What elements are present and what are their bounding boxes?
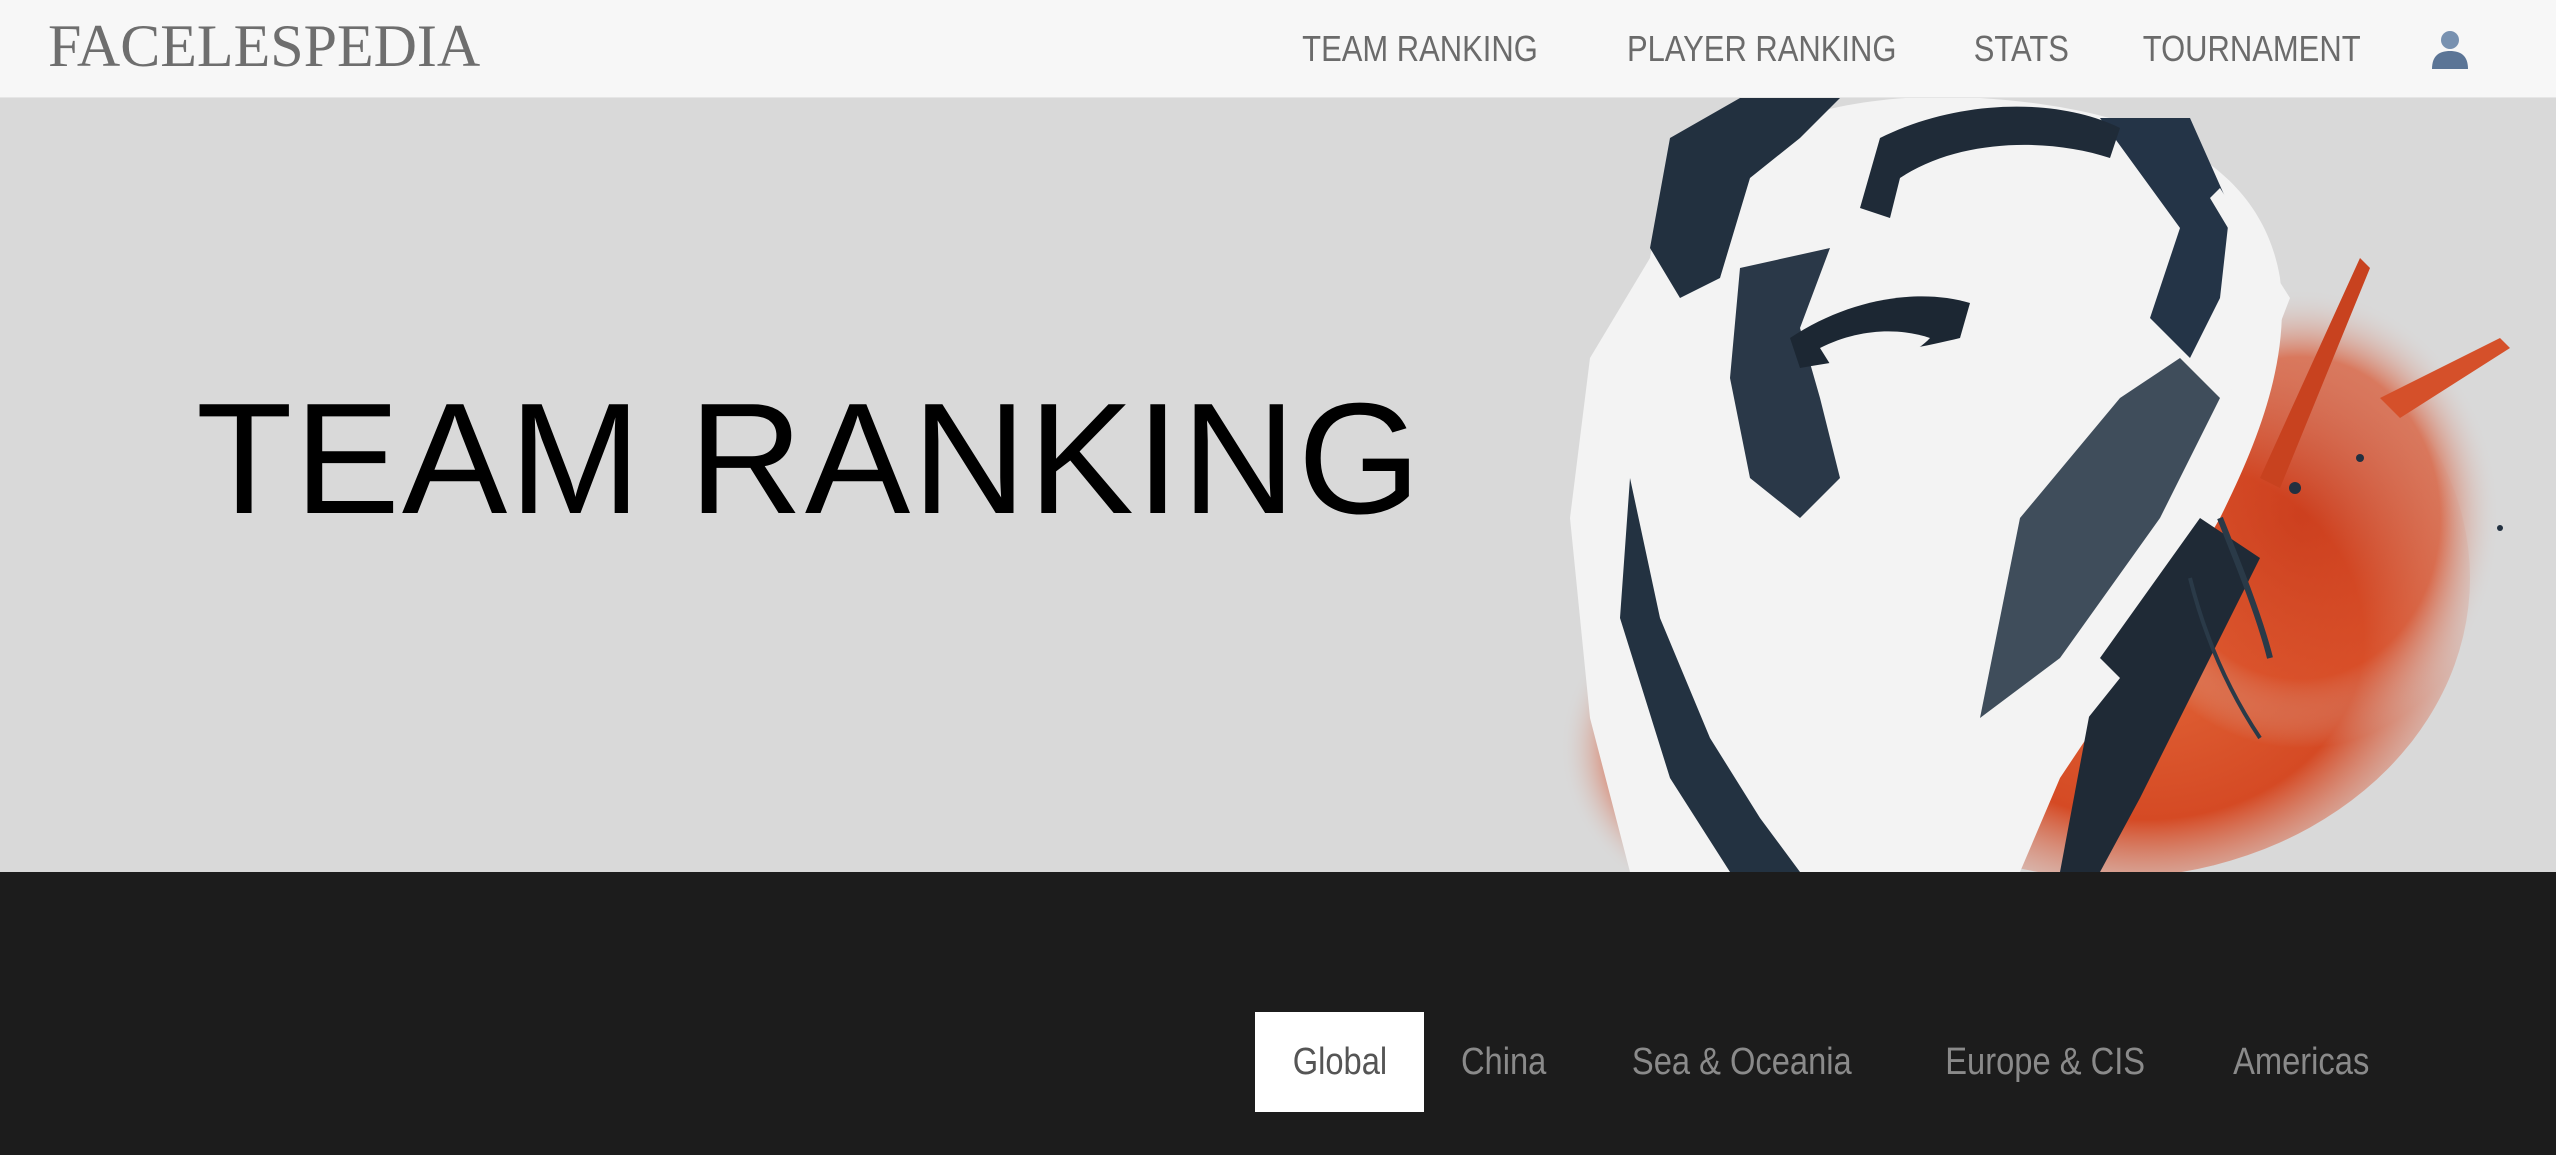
tab-americas[interactable]: Americas (2192, 1012, 2410, 1112)
tab-label: Sea & Oceania (1631, 1040, 1852, 1083)
top-navbar: FACELESPEDIA TEAM RANKING PLAYER RANKING… (0, 0, 2556, 98)
main-nav: TEAM RANKING PLAYER RANKING STATS TOURNA… (1283, 0, 2556, 98)
tab-label: China (1461, 1040, 1547, 1083)
site-logo[interactable]: FACELESPEDIA (48, 14, 480, 78)
nav-link-stats[interactable]: STATS (1974, 28, 2069, 70)
hero-banner: TEAM RANKING (0, 98, 2556, 872)
tab-europe-cis[interactable]: Europe & CIS (1899, 1012, 2191, 1112)
tab-global[interactable]: Global (1254, 1012, 1425, 1112)
tab-label: Global (1292, 1040, 1387, 1083)
user-icon[interactable] (2428, 27, 2472, 71)
nav-link-player-ranking[interactable]: PLAYER RANKING (1627, 28, 1897, 70)
tab-sea-oceania[interactable]: Sea & Oceania (1584, 1012, 1900, 1112)
nav-link-tournament[interactable]: TOURNAMENT (2142, 28, 2360, 70)
region-tabs: Global China Sea & Oceania Europe & CIS … (1254, 1012, 2556, 1112)
page-title: TEAM RANKING (196, 371, 1423, 547)
nav-link-team-ranking[interactable]: TEAM RANKING (1302, 28, 1538, 70)
hero-character-illustration (1500, 98, 2556, 872)
tab-china[interactable]: China (1424, 1012, 1583, 1112)
tab-label: Americas (2232, 1040, 2369, 1083)
tab-label: Europe & CIS (1945, 1040, 2146, 1083)
